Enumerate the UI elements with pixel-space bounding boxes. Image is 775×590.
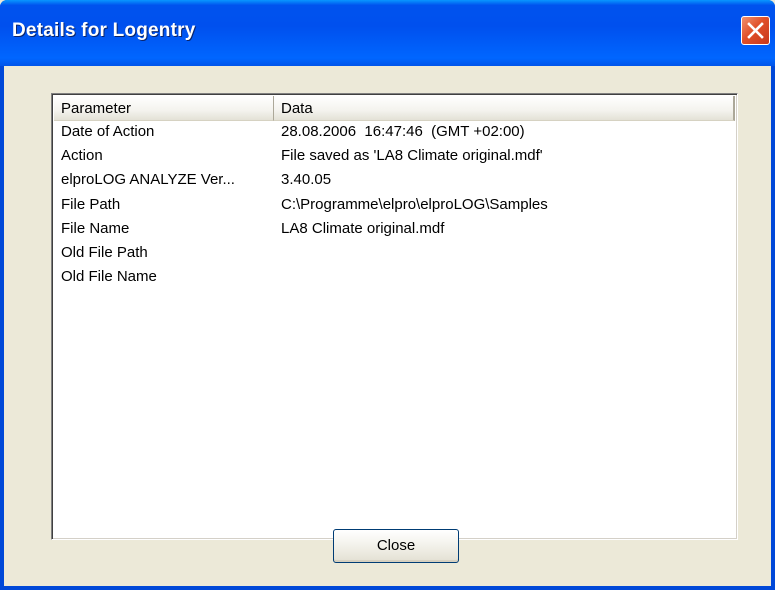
list-item[interactable]: Old File Path — [54, 243, 735, 267]
column-header-parameter[interactable]: Parameter — [54, 96, 274, 121]
data-cell: 3.40.05 — [281, 171, 332, 189]
parameter-cell: elproLOG ANALYZE Ver... — [61, 171, 235, 189]
list-item[interactable]: Action File saved as 'LA8 Climate origin… — [54, 146, 735, 170]
details-listview[interactable]: Parameter Data Date of Action 28.08.2006… — [51, 93, 738, 540]
parameter-cell: File Name — [61, 219, 130, 237]
data-cell: LA8 Climate original.mdf — [281, 219, 445, 237]
data-cell: 28.08.2006 16:47:46 (GMT +02:00) — [281, 123, 525, 140]
listview-header: Parameter Data — [54, 96, 735, 121]
close-icon — [747, 22, 764, 39]
list-item[interactable]: elproLOG ANALYZE Ver... 3.40.05 — [54, 170, 735, 194]
list-item[interactable]: Date of Action 28.08.2006 16:47:46 (GMT … — [54, 122, 735, 146]
parameter-cell: File Path — [61, 195, 121, 213]
window-border-right — [771, 66, 775, 590]
dialog-client-area: Parameter Data Date of Action 28.08.2006… — [4, 66, 771, 586]
data-cell: C:\Programme\elpro\elproLOG\Samples — [281, 195, 548, 213]
data-cell: File saved as 'LA8 Climate original.mdf' — [281, 147, 543, 165]
close-button[interactable]: Close — [333, 529, 459, 563]
parameter-cell: Action — [61, 147, 103, 165]
window-title: Details for Logentry — [12, 20, 196, 41]
details-dialog: Details for Logentry Parameter Data Date… — [0, 0, 775, 590]
list-item[interactable]: File Path C:\Programme\elpro\elproLOG\Sa… — [54, 195, 735, 219]
parameter-cell: Old File Name — [61, 268, 157, 286]
title-bar[interactable]: Details for Logentry — [0, 0, 775, 66]
column-header-data[interactable]: Data — [274, 96, 735, 121]
list-item[interactable]: Old File Name — [54, 267, 735, 291]
parameter-cell: Old File Path — [61, 243, 148, 261]
parameter-cell: Date of Action — [61, 123, 155, 140]
list-item[interactable]: File Name LA8 Climate original.mdf — [54, 219, 735, 243]
title-close-button[interactable] — [741, 16, 770, 45]
listview-rows: Date of Action 28.08.2006 16:47:46 (GMT … — [54, 122, 735, 291]
window-border-bottom — [0, 586, 775, 590]
